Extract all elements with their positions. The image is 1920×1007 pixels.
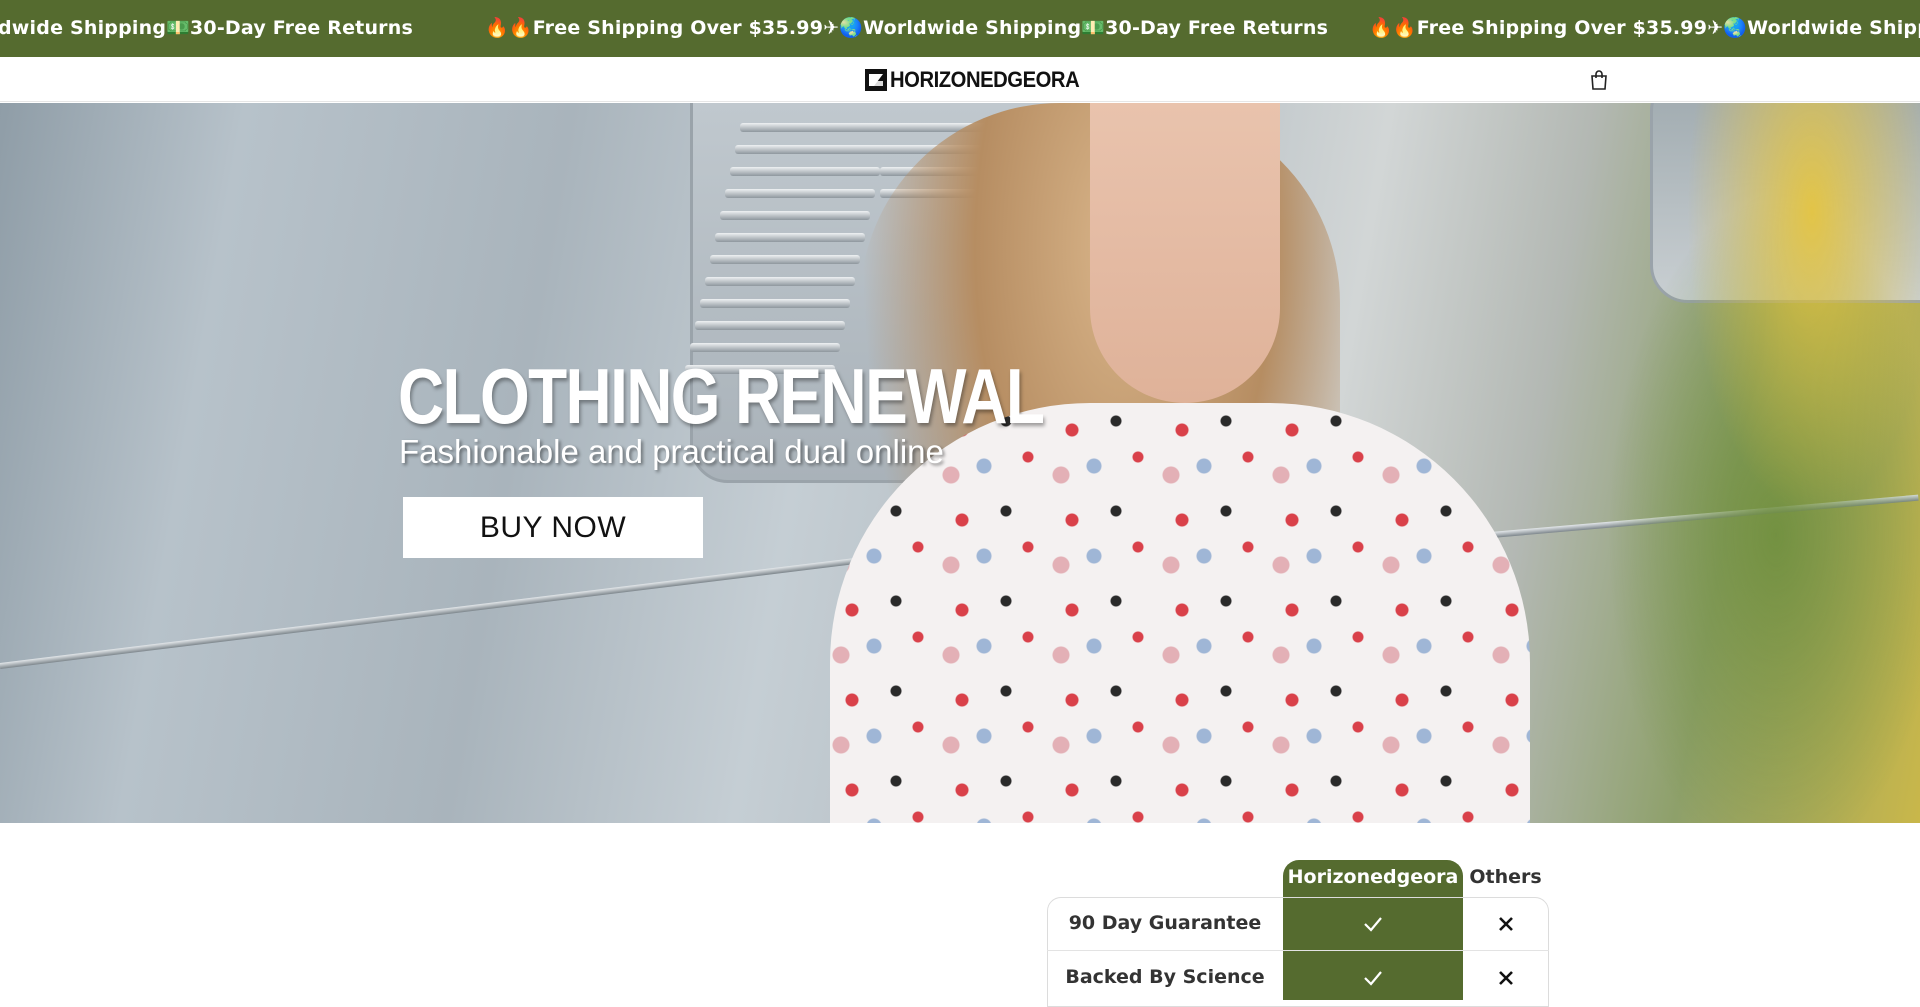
vent-slat [725,189,875,198]
store-logo[interactable]: HORIZONEDGEORA [865,67,1096,92]
announcement-message: dwide Shipping💵30-Day Free Returns [0,17,413,39]
vent-slat [700,299,850,308]
trailer-seam [0,553,894,669]
shopping-bag-icon [1591,70,1607,90]
cart-button[interactable] [1587,68,1611,92]
feature-label: 90 Day Guarantee [1068,912,1262,934]
table-row: Backed By Science [1047,950,1549,1003]
vent-slat [710,255,860,264]
brand-column-header: Horizonedgeora [1287,866,1459,888]
x-icon [1499,916,1513,931]
feature-label: Backed By Science [1065,966,1265,988]
vent-slat [715,233,865,242]
hero-title: CLOTHING RENEWAL [398,352,1045,440]
logo-text: HORIZONEDGEORA [890,67,1080,92]
table-row: 90 Day Guarantee [1047,897,1549,950]
others-column-header: Others [1469,866,1542,888]
announcement-message: 🔥🔥Free Shipping Over $35.99✈🌏Worldwide S… [485,17,1329,39]
x-icon [1499,970,1513,985]
model-face [1090,103,1280,403]
check-icon [1364,916,1382,932]
site-header: HORIZONEDGEORA [0,57,1920,102]
check-icon [1364,970,1382,986]
announcement-bar: dwide Shipping💵30-Day Free Returns 🔥🔥Fre… [0,0,1920,57]
vent-slat [720,211,870,220]
hero-banner: CLOTHING RENEWAL Fashionable and practic… [0,103,1920,823]
foliage [1560,103,1920,823]
logo-mark-icon [865,69,887,91]
vent-slat [735,145,885,154]
vent-slat [705,277,855,286]
buy-now-button[interactable]: BUY NOW [403,497,703,558]
vent-slat [740,123,890,132]
announcement-message: 🔥🔥Free Shipping Over $35.99✈🌏Worldwide S… [1369,17,1920,39]
vent-slat [730,167,880,176]
vent-slat [695,321,845,330]
hero-subtitle: Fashionable and practical dual online [399,433,944,470]
